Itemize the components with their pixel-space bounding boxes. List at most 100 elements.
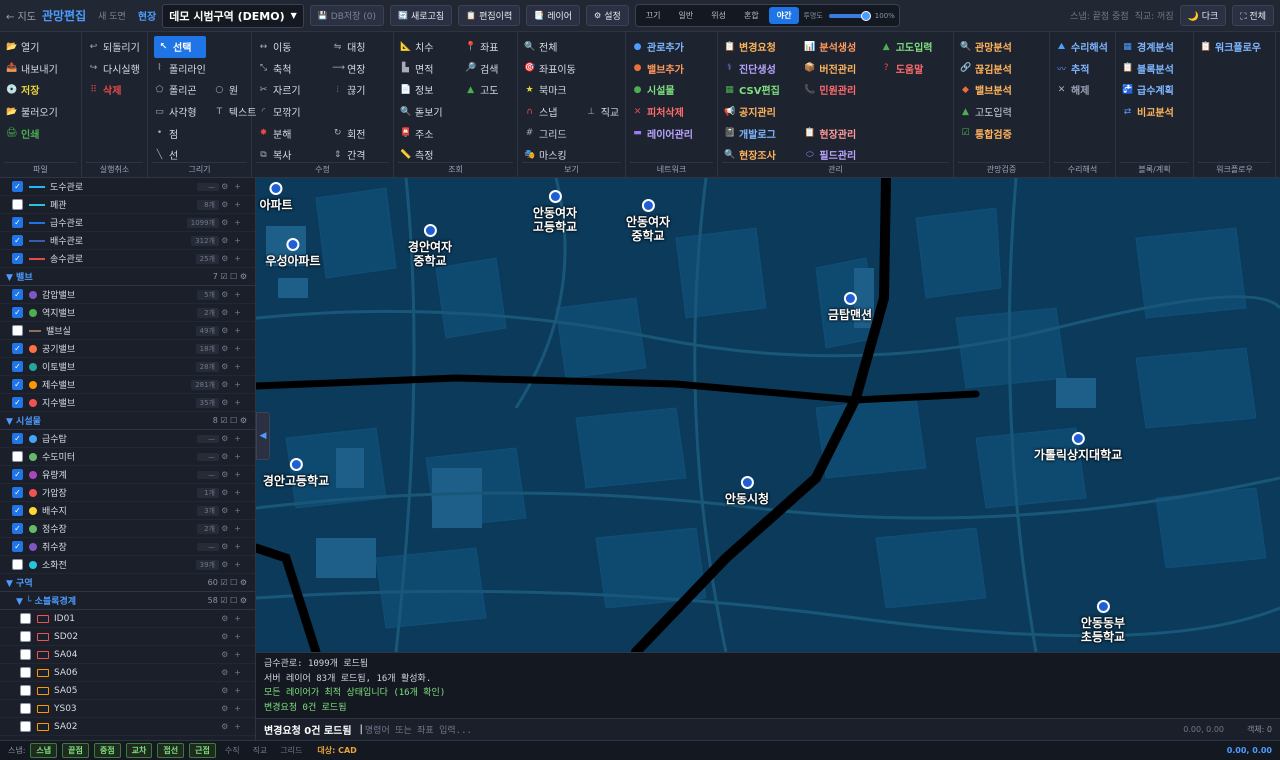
layer-actions[interactable]: ⚙+ xyxy=(221,398,247,407)
layer-checkbox[interactable]: ✓ xyxy=(12,181,23,192)
tool-2-0[interactable]: ↖ 선택 xyxy=(154,36,206,58)
new-drawing-link[interactable]: 새 도면 xyxy=(98,9,126,22)
map-poi[interactable]: 경안여자 중학교 xyxy=(408,224,452,268)
layer-actions[interactable]: ⚙+ xyxy=(221,326,247,335)
mode-toggle-2[interactable]: 그리드 xyxy=(276,745,306,756)
layer-group-header[interactable]: ▼ 시설물 8 ☑ ☐ ⚙ xyxy=(0,412,255,430)
layer-checkbox[interactable]: ✓ xyxy=(12,361,23,372)
tool-7-6[interactable]: 📊 분석생성 xyxy=(804,36,872,58)
back-to-map-link[interactable]: ← 지도 xyxy=(6,8,36,23)
tool-4-2[interactable]: 📄 정보 xyxy=(400,79,457,101)
layer-checkbox[interactable]: ✓ xyxy=(12,469,23,480)
layer-checkbox[interactable]: ✓ xyxy=(12,433,23,444)
layer-actions[interactable]: ⚙+ xyxy=(221,722,247,731)
tool-3-4[interactable]: ✸ 분해 xyxy=(258,122,324,144)
tool-6-3[interactable]: ✕ 피처삭제 xyxy=(632,101,713,123)
layer-checkbox[interactable] xyxy=(20,613,31,624)
map-poi[interactable]: 안동여자 고등학교 xyxy=(533,190,577,234)
tool-0-3[interactable]: 📂 불러오기 xyxy=(6,101,77,123)
layer-checkbox[interactable]: ✓ xyxy=(12,217,23,228)
tool-6-1[interactable]: ● 밸브추가 xyxy=(632,58,713,80)
tool-4-8[interactable]: ▲ 고도 xyxy=(465,79,513,101)
tool-2-9[interactable]: T 텍스트 xyxy=(214,101,257,123)
tool-4-0[interactable]: 📐 치수 xyxy=(400,36,457,58)
tool-8-1[interactable]: 🔗 끊김분석 xyxy=(960,58,1045,80)
map-poi[interactable]: 안동동부 초등학교 xyxy=(1081,600,1125,644)
layer-checkbox[interactable] xyxy=(20,703,31,714)
tool-7-1[interactable]: ⚕ 진단생성 xyxy=(724,58,796,80)
map-poi[interactable]: 안동여자 중학교 xyxy=(626,199,670,243)
layer-actions[interactable]: ⚙+ xyxy=(221,704,247,713)
tool-2-3[interactable]: ▭ 사각형 xyxy=(154,101,206,123)
tool-3-10[interactable]: ↻ 회전 xyxy=(332,122,389,144)
tool-5-1[interactable]: 🎯 좌표이동 xyxy=(524,58,578,80)
snap-toggle-3[interactable]: 교차 xyxy=(125,743,153,758)
layer-checkbox[interactable]: ✓ xyxy=(12,523,23,534)
layer-checkbox[interactable]: ✓ xyxy=(12,235,23,246)
tool-4-4[interactable]: 📮 주소 xyxy=(400,122,457,144)
snap-toggle-0[interactable]: 스냅 xyxy=(30,743,58,758)
basemap-option-1[interactable]: 일반 xyxy=(671,7,702,24)
tool-10-1[interactable]: 📋 블록분석 xyxy=(1122,58,1189,80)
top-button-3[interactable]: 📑 레이어 xyxy=(526,5,581,26)
tool-6-0[interactable]: ● 관로추가 xyxy=(632,36,713,58)
layer-actions[interactable]: ⚙+ xyxy=(221,470,247,479)
layer-checkbox[interactable] xyxy=(20,685,31,696)
map-poi[interactable]: 경안고등학교 xyxy=(263,458,329,488)
top-button-1[interactable]: 🔄 새로고침 xyxy=(390,5,453,26)
layer-actions[interactable]: ⚙+ xyxy=(221,632,247,641)
tool-4-7[interactable]: 🔎 검색 xyxy=(465,58,513,80)
layer-actions[interactable]: ⚙+ xyxy=(221,542,247,551)
tool-7-12[interactable]: ▲ 고도입력 xyxy=(881,36,949,58)
basemap-option-2[interactable]: 위성 xyxy=(703,7,734,24)
tool-5-0[interactable]: 🔍 전체 xyxy=(524,36,578,58)
layer-actions[interactable]: ⚙+ xyxy=(221,686,247,695)
tool-7-4[interactable]: 📓 개발로그 xyxy=(724,122,796,144)
layer-checkbox[interactable] xyxy=(12,199,23,210)
tool-7-8[interactable]: 📞 민원관리 xyxy=(804,79,872,101)
layer-checkbox[interactable]: ✓ xyxy=(12,541,23,552)
tool-8-2[interactable]: ◆ 밸브분석 xyxy=(960,79,1045,101)
layer-checkbox[interactable] xyxy=(20,649,31,660)
tool-1-1[interactable]: ↪ 다시실행 xyxy=(88,58,143,80)
tool-3-8[interactable]: ⦙ 끊기 xyxy=(332,79,389,101)
layer-actions[interactable]: ⚙+ xyxy=(221,218,247,227)
snap-toggle-1[interactable]: 끝점 xyxy=(62,743,89,758)
layer-actions[interactable]: ⚙+ xyxy=(221,290,247,299)
tool-10-0[interactable]: ▦ 경계분석 xyxy=(1122,36,1189,58)
layer-actions[interactable]: ⚙+ xyxy=(221,362,247,371)
tool-3-2[interactable]: ✂ 자르기 xyxy=(258,79,324,101)
opacity-slider[interactable] xyxy=(828,10,871,21)
tool-8-3[interactable]: ▲ 고도입력 xyxy=(960,101,1045,123)
tool-2-4[interactable]: • 점 xyxy=(154,122,206,144)
tool-11-0[interactable]: 📋 워크플로우 xyxy=(1200,36,1271,58)
snap-toggle-2[interactable]: 중점 xyxy=(93,743,121,758)
fullscreen-button[interactable]: ⛶ 전체 xyxy=(1232,5,1274,26)
tool-6-2[interactable]: ● 시설물 xyxy=(632,79,713,101)
tool-3-6[interactable]: ⇋ 대칭 xyxy=(332,36,389,58)
site-select[interactable]: 데모 시범구역 (DEMO) ▼ xyxy=(162,3,304,28)
tool-9-2[interactable]: ✕ 해제 xyxy=(1056,79,1111,101)
tool-1-2[interactable]: ⠿ 삭제 xyxy=(88,79,143,101)
layer-actions[interactable]: ⚙+ xyxy=(221,668,247,677)
tool-3-7[interactable]: ⟶ 연장 xyxy=(332,58,389,80)
layer-actions[interactable]: ⚙+ xyxy=(221,560,247,569)
map-poi[interactable]: 금탑맨션 xyxy=(828,292,872,322)
layer-checkbox[interactable] xyxy=(12,325,23,336)
tool-7-0[interactable]: 📋 변경요청 xyxy=(724,36,796,58)
basemap-option-3[interactable]: 혼합 xyxy=(736,7,767,24)
layer-checkbox[interactable] xyxy=(20,631,31,642)
tool-8-4[interactable]: ☑ 통합검증 xyxy=(960,122,1045,144)
tool-7-10[interactable]: 📋 현장관리 xyxy=(804,122,872,144)
tool-5-4[interactable]: # 그리드 xyxy=(524,122,578,144)
tool-0-4[interactable]: 🖨 인쇄 xyxy=(6,122,77,144)
map-poi[interactable]: 가톨릭상지대학교 xyxy=(1034,432,1122,462)
snap-toggle-4[interactable]: 접선 xyxy=(157,743,185,758)
tool-9-1[interactable]: 〰 추적 xyxy=(1056,58,1111,80)
tool-3-1[interactable]: ⤡ 축척 xyxy=(258,58,324,80)
tool-1-0[interactable]: ↩ 되돌리기 xyxy=(88,36,143,58)
layer-actions[interactable]: ⚙+ xyxy=(221,524,247,533)
tool-5-9[interactable]: ⊥ 직교 xyxy=(586,101,621,123)
layer-checkbox[interactable]: ✓ xyxy=(12,343,23,354)
map-poi[interactable]: 아파트 xyxy=(259,182,293,212)
